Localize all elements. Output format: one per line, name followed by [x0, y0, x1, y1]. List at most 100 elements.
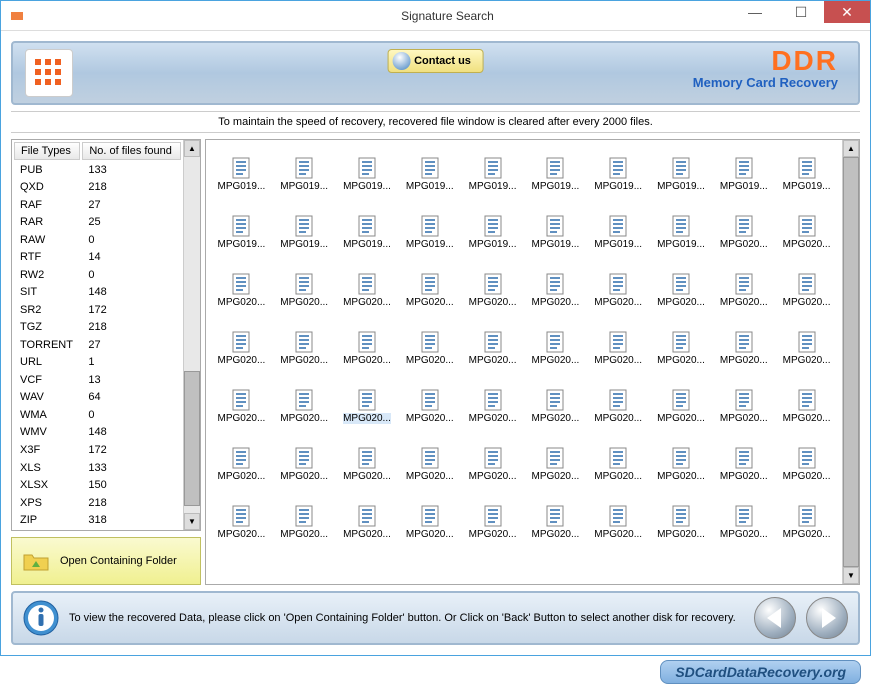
- grid-scroll-track[interactable]: [843, 157, 859, 567]
- file-item[interactable]: MPG019...: [650, 146, 713, 202]
- file-item[interactable]: MPG020...: [273, 320, 336, 376]
- file-item[interactable]: MPG019...: [210, 204, 273, 260]
- table-row[interactable]: SIT148: [14, 285, 181, 301]
- table-row[interactable]: XLS133: [14, 460, 181, 476]
- file-item[interactable]: MPG019...: [775, 146, 838, 202]
- table-row[interactable]: ZIP318: [14, 512, 181, 528]
- table-row[interactable]: PUB133: [14, 162, 181, 178]
- file-item[interactable]: MPG020...: [210, 378, 273, 434]
- file-item[interactable]: MPG020...: [712, 320, 775, 376]
- file-item[interactable]: MPG020...: [336, 378, 399, 434]
- file-item[interactable]: MPG020...: [210, 262, 273, 318]
- file-item[interactable]: MPG019...: [524, 204, 587, 260]
- file-item[interactable]: MPG019...: [712, 146, 775, 202]
- file-item[interactable]: MPG019...: [587, 146, 650, 202]
- file-item[interactable]: MPG020...: [336, 436, 399, 492]
- open-containing-folder-button[interactable]: Open Containing Folder: [11, 537, 201, 585]
- file-item[interactable]: MPG019...: [524, 146, 587, 202]
- file-item[interactable]: MPG019...: [461, 146, 524, 202]
- file-item[interactable]: MPG020...: [712, 262, 775, 318]
- file-item[interactable]: MPG020...: [524, 378, 587, 434]
- table-row[interactable]: WMV148: [14, 425, 181, 441]
- table-row[interactable]: X3F172: [14, 442, 181, 458]
- contact-us-button[interactable]: Contact us: [387, 49, 484, 73]
- file-item[interactable]: MPG020...: [587, 262, 650, 318]
- table-row[interactable]: WAV64: [14, 390, 181, 406]
- file-item[interactable]: MPG019...: [273, 146, 336, 202]
- scroll-track[interactable]: [184, 157, 200, 513]
- file-item[interactable]: MPG020...: [775, 320, 838, 376]
- file-item[interactable]: MPG019...: [210, 146, 273, 202]
- file-item[interactable]: MPG020...: [587, 378, 650, 434]
- file-item[interactable]: MPG020...: [650, 262, 713, 318]
- table-row[interactable]: XLSX150: [14, 477, 181, 493]
- back-button[interactable]: [754, 597, 796, 639]
- file-item[interactable]: MPG020...: [398, 436, 461, 492]
- file-item[interactable]: MPG020...: [398, 320, 461, 376]
- minimize-button[interactable]: —: [732, 1, 778, 23]
- file-item[interactable]: MPG020...: [712, 494, 775, 550]
- file-item[interactable]: MPG020...: [524, 262, 587, 318]
- file-item[interactable]: MPG020...: [273, 494, 336, 550]
- table-row[interactable]: TGZ218: [14, 320, 181, 336]
- file-item[interactable]: MPG020...: [712, 436, 775, 492]
- file-item[interactable]: MPG020...: [273, 262, 336, 318]
- file-item[interactable]: MPG019...: [273, 204, 336, 260]
- table-row[interactable]: WMA0: [14, 407, 181, 423]
- file-item[interactable]: MPG020...: [587, 436, 650, 492]
- file-item[interactable]: MPG020...: [650, 320, 713, 376]
- file-item[interactable]: MPG019...: [398, 204, 461, 260]
- table-row[interactable]: RAW0: [14, 232, 181, 248]
- col-files-found[interactable]: No. of files found: [82, 142, 181, 160]
- file-item[interactable]: MPG020...: [650, 494, 713, 550]
- file-item[interactable]: MPG020...: [775, 436, 838, 492]
- file-item[interactable]: MPG020...: [775, 378, 838, 434]
- file-item[interactable]: MPG020...: [461, 320, 524, 376]
- scroll-down-button[interactable]: ▼: [184, 513, 200, 530]
- file-item[interactable]: MPG020...: [461, 262, 524, 318]
- website-link[interactable]: SDCardDataRecovery.org: [660, 660, 861, 684]
- file-item[interactable]: MPG020...: [775, 204, 838, 260]
- file-item[interactable]: MPG020...: [398, 378, 461, 434]
- scroll-thumb[interactable]: [184, 371, 200, 506]
- grid-scroll-thumb[interactable]: [843, 157, 859, 567]
- file-item[interactable]: MPG020...: [398, 494, 461, 550]
- file-item[interactable]: MPG020...: [524, 494, 587, 550]
- maximize-button[interactable]: ☐: [778, 1, 824, 23]
- file-item[interactable]: MPG019...: [336, 204, 399, 260]
- file-item[interactable]: MPG019...: [398, 146, 461, 202]
- table-row[interactable]: SR2172: [14, 302, 181, 318]
- file-item[interactable]: MPG020...: [210, 494, 273, 550]
- file-item[interactable]: MPG020...: [273, 378, 336, 434]
- table-row[interactable]: TORRENT27: [14, 337, 181, 353]
- file-item[interactable]: MPG020...: [712, 378, 775, 434]
- file-item[interactable]: MPG020...: [398, 262, 461, 318]
- file-item[interactable]: MPG020...: [587, 320, 650, 376]
- file-item[interactable]: MPG020...: [210, 320, 273, 376]
- file-item[interactable]: MPG020...: [524, 320, 587, 376]
- file-item[interactable]: MPG020...: [336, 320, 399, 376]
- file-item[interactable]: MPG019...: [587, 204, 650, 260]
- close-button[interactable]: ✕: [824, 1, 870, 23]
- file-item[interactable]: MPG020...: [650, 436, 713, 492]
- file-item[interactable]: MPG020...: [775, 494, 838, 550]
- col-file-types[interactable]: File Types: [14, 142, 80, 160]
- table-row[interactable]: RAR25: [14, 215, 181, 231]
- file-item[interactable]: MPG020...: [336, 262, 399, 318]
- next-button[interactable]: [806, 597, 848, 639]
- file-item[interactable]: MPG019...: [650, 204, 713, 260]
- file-item[interactable]: MPG020...: [273, 436, 336, 492]
- file-item[interactable]: MPG020...: [650, 378, 713, 434]
- file-item[interactable]: MPG020...: [712, 204, 775, 260]
- file-item[interactable]: MPG020...: [210, 436, 273, 492]
- file-item[interactable]: MPG020...: [336, 494, 399, 550]
- file-item[interactable]: MPG020...: [461, 494, 524, 550]
- file-item[interactable]: MPG020...: [461, 378, 524, 434]
- table-row[interactable]: RW20: [14, 267, 181, 283]
- grid-scroll-down-button[interactable]: ▼: [843, 567, 859, 584]
- file-item[interactable]: MPG020...: [587, 494, 650, 550]
- grid-scroll-up-button[interactable]: ▲: [843, 140, 859, 157]
- file-item[interactable]: MPG020...: [461, 436, 524, 492]
- file-item[interactable]: MPG020...: [524, 436, 587, 492]
- scroll-up-button[interactable]: ▲: [184, 140, 200, 157]
